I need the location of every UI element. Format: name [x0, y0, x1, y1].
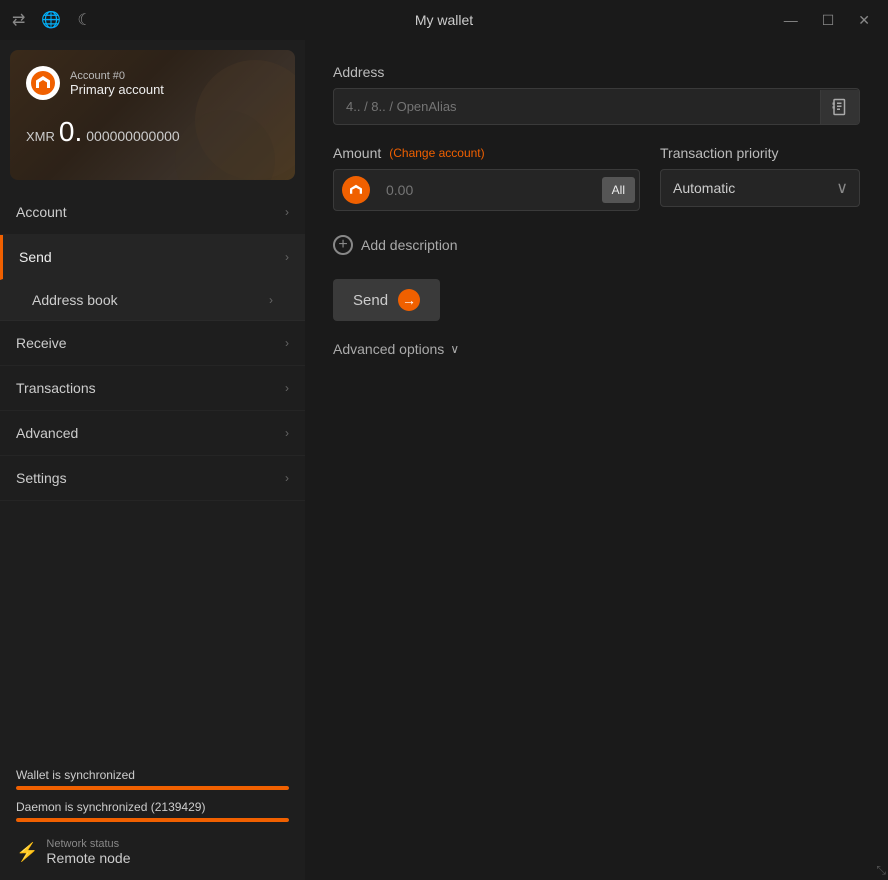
balance-currency: XMR — [26, 129, 55, 144]
moon-icon[interactable]: ☾ — [77, 10, 91, 30]
address-input-wrap — [333, 88, 860, 125]
address-book-button[interactable] — [820, 90, 859, 124]
title-bar-left: ⇄ 🌐 ☾ — [12, 10, 92, 30]
balance-decimal: 000000000000 — [86, 128, 179, 144]
chevron-down-icon: ∨ — [450, 342, 459, 356]
chevron-right-icon: › — [285, 250, 289, 264]
sidebar-item-account[interactable]: Account › — [0, 190, 305, 235]
monero-logo — [26, 66, 60, 100]
sidebar: Account #0 Primary account XMR 0. 000000… — [0, 40, 305, 880]
close-button[interactable]: ✕ — [852, 10, 876, 31]
bolt-icon: ⚡ — [16, 842, 38, 863]
sidebar-item-settings[interactable]: Settings › — [0, 456, 305, 501]
add-description-label: Add description — [361, 237, 458, 253]
account-info: Account #0 Primary account — [70, 70, 164, 97]
balance-integer: 0. — [59, 116, 82, 148]
send-button-label: Send — [353, 292, 388, 309]
account-balance: XMR 0. 000000000000 — [26, 116, 279, 148]
amount-col: Amount (Change account) All — [333, 145, 640, 211]
chevron-right-icon: › — [285, 426, 289, 440]
monero-icon-small — [342, 176, 370, 204]
wallet-sync-label: Wallet is synchronized — [16, 768, 289, 782]
daemon-sync-bar — [16, 818, 289, 822]
network-info: Network status Remote node — [46, 838, 130, 866]
address-input[interactable] — [334, 89, 820, 124]
address-label: Address — [333, 64, 860, 80]
sidebar-item-transactions[interactable]: Transactions › — [0, 366, 305, 411]
amount-label-row: Amount (Change account) — [333, 145, 640, 161]
resize-handle[interactable]: ⤡ — [876, 863, 886, 878]
priority-select-wrap: Automatic Slow Normal Fast Fastest — [660, 169, 860, 207]
priority-col: Transaction priority Automatic Slow Norm… — [660, 145, 860, 207]
chevron-right-icon: › — [285, 336, 289, 350]
chevron-right-icon: › — [285, 381, 289, 395]
globe-icon[interactable]: 🌐 — [41, 10, 61, 30]
window-title: My wallet — [415, 12, 473, 28]
sidebar-item-send[interactable]: Send › — [0, 235, 305, 280]
wallet-sync-bar — [16, 786, 289, 790]
account-number: Account #0 — [70, 70, 164, 82]
sidebar-item-receive[interactable]: Receive › — [0, 321, 305, 366]
title-bar: ⇄ 🌐 ☾ My wallet — ☐ ✕ — [0, 0, 888, 40]
add-description-row[interactable]: + Add description — [333, 231, 860, 259]
network-value: Remote node — [46, 850, 130, 866]
title-bar-controls: — ☐ ✕ — [778, 10, 876, 31]
send-button[interactable]: Send → — [333, 279, 440, 321]
account-header: Account #0 Primary account — [26, 66, 279, 100]
chevron-right-icon: › — [285, 205, 289, 219]
advanced-options-row[interactable]: Advanced options ∨ — [333, 341, 860, 357]
all-button[interactable]: All — [602, 177, 635, 203]
maximize-button[interactable]: ☐ — [816, 10, 841, 31]
change-account-link[interactable]: (Change account) — [389, 146, 484, 160]
chevron-right-icon: › — [285, 471, 289, 485]
send-arrow-icon: → — [398, 289, 420, 311]
daemon-sync-fill — [16, 818, 289, 822]
amount-label: Amount — [333, 145, 381, 161]
network-status: ⚡ Network status Remote node — [16, 832, 289, 872]
priority-select[interactable]: Automatic Slow Normal Fast Fastest — [660, 169, 860, 207]
sidebar-item-advanced[interactable]: Advanced › — [0, 411, 305, 456]
priority-label: Transaction priority — [660, 145, 860, 161]
content-area: Address Amount (Change account) — [305, 40, 888, 880]
plus-circle-icon: + — [333, 235, 353, 255]
advanced-options-label: Advanced options — [333, 341, 444, 357]
daemon-sync-label: Daemon is synchronized (2139429) — [16, 800, 289, 814]
network-status-label: Network status — [46, 838, 130, 850]
transfer-icon[interactable]: ⇄ — [12, 10, 25, 30]
account-name: Primary account — [70, 82, 164, 97]
minimize-button[interactable]: — — [778, 10, 804, 30]
amount-input[interactable] — [378, 172, 598, 208]
amount-priority-row: Amount (Change account) All Transaction … — [333, 145, 860, 211]
sidebar-item-address-book[interactable]: Address book › — [0, 280, 305, 321]
amount-input-wrap: All — [333, 169, 640, 211]
sidebar-bottom: Wallet is synchronized Daemon is synchro… — [0, 756, 305, 880]
account-card[interactable]: Account #0 Primary account XMR 0. 000000… — [10, 50, 295, 180]
chevron-right-icon: › — [269, 293, 273, 307]
wallet-sync-fill — [16, 786, 289, 790]
